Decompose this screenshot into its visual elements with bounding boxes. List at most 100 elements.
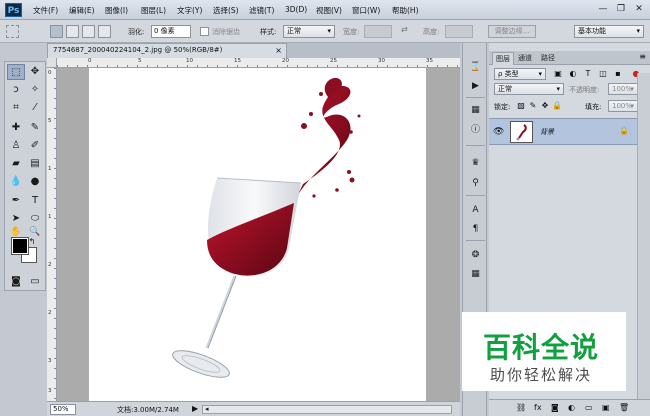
menu-bar: Ps 文件(F) 编辑(E) 图像(I) 图层(L) 文字(Y) 选择(S) 滤… bbox=[0, 0, 650, 20]
new-group-icon[interactable]: ▭ bbox=[585, 403, 593, 412]
workspace-select[interactable]: 基本功能 bbox=[574, 25, 644, 38]
foreground-color-swatch[interactable] bbox=[11, 237, 29, 255]
tab-paths[interactable]: 路径 bbox=[538, 52, 558, 65]
canvas-area[interactable] bbox=[57, 68, 460, 401]
menu-select[interactable]: 选择(S) bbox=[213, 5, 239, 16]
fill-input[interactable]: 100% bbox=[608, 100, 638, 112]
feather-input[interactable]: 0 像素 bbox=[151, 25, 191, 38]
horizontal-scrollbar[interactable]: ◂ bbox=[202, 405, 452, 414]
restore-icon[interactable]: ❐ bbox=[612, 3, 630, 15]
dodge-tool-icon[interactable]: ● bbox=[26, 174, 44, 190]
menu-3d[interactable]: 3D(D) bbox=[285, 5, 307, 14]
antialias-checkbox[interactable] bbox=[200, 27, 209, 36]
lock-transparent-icon[interactable]: ▧ bbox=[516, 101, 526, 111]
style-select[interactable]: 正常 bbox=[283, 25, 335, 38]
panel-tabs: 图层 通道 路径 ≡ bbox=[489, 51, 650, 65]
ruler-label: 0 bbox=[48, 70, 52, 76]
panel-scrollbar[interactable] bbox=[637, 73, 650, 416]
status-menu-arrow-icon[interactable]: ▶ bbox=[192, 404, 198, 413]
menu-image[interactable]: 图像(I) bbox=[105, 5, 128, 16]
tab-layers[interactable]: 图层 bbox=[492, 52, 514, 65]
brush-panel-icon[interactable]: ♛ bbox=[468, 156, 483, 170]
minimize-icon[interactable]: — bbox=[594, 3, 612, 15]
close-icon[interactable]: ✕ bbox=[630, 3, 648, 15]
options-bar: 羽化: 0 像素 消除锯齿 样式: 正常 宽度: ⇄ 高度: 调整边缘... 基… bbox=[0, 20, 650, 43]
menu-view[interactable]: 视图(V) bbox=[316, 5, 342, 16]
layer-name[interactable]: 背景 bbox=[540, 127, 554, 137]
ruler-origin[interactable] bbox=[47, 58, 57, 68]
opacity-input[interactable]: 100% bbox=[608, 83, 638, 95]
refine-edge-button[interactable]: 调整边缘... bbox=[488, 25, 536, 38]
menu-help[interactable]: 帮助(H) bbox=[392, 5, 419, 16]
info-panel-icon[interactable]: ⓘ bbox=[468, 123, 483, 137]
strip-divider bbox=[466, 240, 485, 241]
pen-tool-icon[interactable]: ✒ bbox=[7, 193, 25, 209]
delete-layer-icon[interactable]: 🗑 bbox=[619, 403, 629, 412]
lock-all-icon[interactable]: 🔒 bbox=[552, 101, 562, 111]
link-layers-icon[interactable]: ⛓ bbox=[516, 403, 526, 412]
properties-panel-icon[interactable]: ▦ bbox=[468, 103, 483, 117]
scroll-left-icon[interactable]: ◂ bbox=[205, 405, 209, 413]
clone-stamp-tool-icon[interactable]: ♙ bbox=[7, 138, 25, 154]
actions-panel-icon[interactable]: ▶ bbox=[468, 79, 483, 93]
menu-layer[interactable]: 图层(L) bbox=[141, 5, 166, 16]
clone-source-panel-icon[interactable]: ⚲ bbox=[468, 176, 483, 190]
tab-channels[interactable]: 通道 bbox=[515, 52, 535, 65]
kind-filter-select[interactable]: ρ 类型 bbox=[494, 68, 546, 80]
type-filter-icon[interactable]: T bbox=[583, 69, 593, 79]
pixel-filter-icon[interactable]: ▣ bbox=[553, 69, 563, 79]
character-panel-icon[interactable]: A bbox=[468, 203, 483, 217]
watermark-subtitle: 助你轻松解决 bbox=[490, 366, 593, 384]
layer-row-background[interactable]: 👁 背景 🔒 bbox=[489, 118, 637, 145]
menu-edit[interactable]: 编辑(E) bbox=[69, 5, 95, 16]
crop-tool-icon[interactable]: ⌗ bbox=[7, 100, 25, 116]
screen-mode-icon[interactable]: ▭ bbox=[26, 274, 44, 290]
history-panel-icon[interactable]: ⌛ bbox=[468, 60, 483, 74]
ruler-label: 15 bbox=[234, 58, 241, 64]
lock-position-icon[interactable]: ✥ bbox=[540, 101, 550, 111]
new-layer-icon[interactable]: ▣ bbox=[602, 403, 610, 412]
lock-pixels-icon[interactable]: ✎ bbox=[528, 101, 538, 111]
new-selection-icon[interactable] bbox=[50, 25, 63, 38]
eyedropper-tool-icon[interactable]: ⁄ bbox=[26, 100, 44, 116]
grid-panel-icon[interactable]: ▦ bbox=[468, 267, 483, 281]
rectangular-marquee-tool-icon[interactable]: ⬚ bbox=[7, 64, 25, 80]
healing-brush-tool-icon[interactable]: ✚ bbox=[7, 120, 25, 136]
add-mask-icon[interactable]: ◙ bbox=[551, 403, 559, 412]
smart-object-filter-icon[interactable]: ▪ bbox=[613, 69, 623, 79]
quick-mask-icon[interactable]: ◙ bbox=[7, 274, 25, 290]
lasso-tool-icon[interactable]: ↄ bbox=[7, 82, 25, 98]
eraser-tool-icon[interactable]: ▰ bbox=[7, 156, 25, 172]
close-document-icon[interactable]: × bbox=[275, 44, 282, 57]
add-selection-icon[interactable] bbox=[66, 25, 79, 38]
shape-filter-icon[interactable]: ◫ bbox=[598, 69, 608, 79]
paragraph-panel-icon[interactable]: ¶ bbox=[468, 222, 483, 236]
panel-menu-icon[interactable]: ≡ bbox=[639, 52, 646, 61]
strip-divider bbox=[466, 145, 485, 146]
history-brush-tool-icon[interactable]: ✐ bbox=[26, 138, 44, 154]
marquee-preset-icon[interactable] bbox=[6, 25, 19, 38]
brush-tool-icon[interactable]: ✎ bbox=[26, 120, 44, 136]
adjustment-layer-icon[interactable]: ◐ bbox=[568, 403, 575, 412]
subtract-selection-icon[interactable] bbox=[82, 25, 95, 38]
document-canvas[interactable] bbox=[89, 68, 426, 401]
swap-colors-icon[interactable]: ↰ bbox=[27, 237, 37, 247]
adjustment-filter-icon[interactable]: ◐ bbox=[568, 69, 578, 79]
menu-file[interactable]: 文件(F) bbox=[33, 5, 58, 16]
menu-window[interactable]: 窗口(W) bbox=[352, 5, 380, 16]
type-tool-icon[interactable]: T bbox=[26, 193, 44, 209]
blur-tool-icon[interactable]: 💧 bbox=[7, 174, 25, 190]
layer-style-icon[interactable]: fx bbox=[534, 403, 542, 412]
blend-mode-select[interactable]: 正常 bbox=[494, 83, 564, 95]
document-info[interactable]: 文档:3.00M/2.74M bbox=[117, 405, 179, 415]
magic-wand-tool-icon[interactable]: ✧ bbox=[26, 82, 44, 98]
document-tab[interactable]: 7754687_200040224104_2.jpg @ 50%(RGB/8#)… bbox=[47, 43, 287, 58]
menu-filter[interactable]: 滤镜(T) bbox=[249, 5, 274, 16]
gradient-tool-icon[interactable]: ▤ bbox=[26, 156, 44, 172]
intersect-selection-icon[interactable] bbox=[98, 25, 111, 38]
visibility-eye-icon[interactable]: 👁 bbox=[493, 127, 504, 137]
move-tool-icon[interactable]: ✥ bbox=[26, 64, 44, 80]
swatches-panel-icon[interactable]: ❂ bbox=[468, 248, 483, 262]
zoom-field[interactable]: 50% bbox=[50, 404, 76, 415]
menu-type[interactable]: 文字(Y) bbox=[177, 5, 202, 16]
